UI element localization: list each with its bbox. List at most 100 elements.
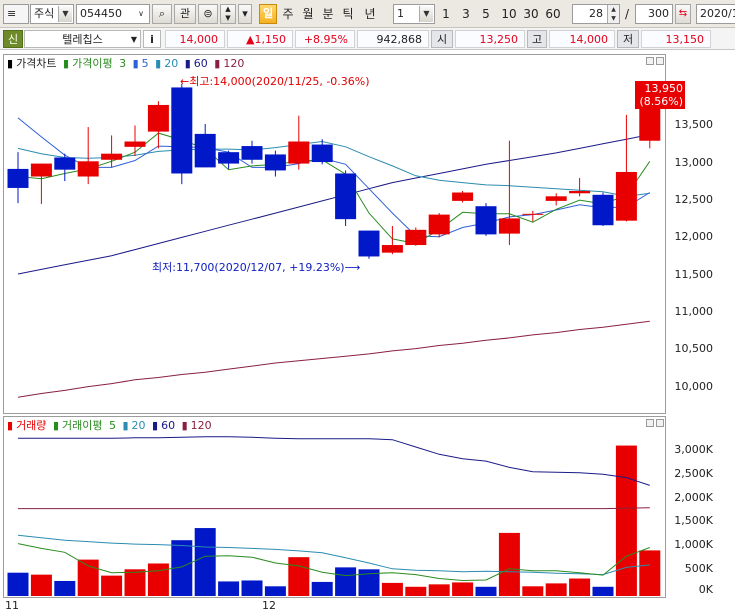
code-input[interactable]: 054450 ∨: [76, 4, 150, 24]
price-tick: 10,500: [674, 342, 714, 355]
period-label: 분: [322, 7, 334, 21]
related-button[interactable]: 관: [174, 4, 196, 24]
volume-tick: 2,500K: [674, 467, 713, 480]
period-label: 년: [364, 7, 376, 21]
volume-ma-title: 거래이평: [62, 419, 103, 432]
quick-count-label: 60: [545, 7, 561, 21]
reset-button[interactable]: ⇆: [675, 4, 691, 24]
candle-body: [288, 141, 310, 164]
candle-body: [335, 173, 357, 220]
chevron-down-icon[interactable]: ▼: [419, 6, 433, 22]
volume-bar: [124, 569, 146, 596]
period-minute-button[interactable]: 분: [319, 4, 337, 24]
period-label: 주: [282, 7, 294, 21]
price-legend-title: 가격차트: [16, 57, 57, 70]
count-separator: /: [624, 7, 630, 21]
volume-ma60-line: [18, 436, 650, 486]
x-label: 11: [5, 599, 19, 612]
info-button[interactable]: i: [143, 30, 161, 48]
price-legend: ▮ 가격차트 ▮ 가격이평 3 ▮ 5 ▮ 20 ▮ 60 ▮ 120: [7, 57, 247, 70]
stock-name-select[interactable]: 텔레칩스 ▼: [24, 30, 141, 48]
updown-button[interactable]: ▲ ▼: [220, 4, 236, 24]
period-year-button[interactable]: 년: [361, 4, 379, 24]
period-tick-button[interactable]: 틱: [339, 4, 357, 24]
category-select[interactable]: 주식 ▼: [30, 4, 74, 24]
candle-body: [30, 163, 52, 177]
volume-tick: 500K: [684, 562, 713, 575]
view-count-value: 28: [589, 7, 603, 20]
quick-count-label: 3: [462, 7, 470, 21]
period-week-button[interactable]: 주: [279, 4, 297, 24]
pane-minimize-icon[interactable]: [646, 419, 654, 427]
candle-body: [7, 168, 29, 188]
pane-maximize-icon[interactable]: [656, 419, 664, 427]
price-ma-marker: ▮: [184, 57, 191, 70]
quick-count-30[interactable]: 30: [521, 4, 541, 24]
period-day-button[interactable]: 일: [259, 4, 277, 24]
candle-body: [171, 87, 193, 174]
quick-count-5[interactable]: 5: [479, 4, 493, 24]
volume-tick: 1,000K: [674, 538, 713, 551]
pane-minimize-icon[interactable]: [646, 57, 654, 65]
pane-maximize-icon[interactable]: [656, 57, 664, 65]
volume-bar: [54, 580, 76, 596]
quick-count-3[interactable]: 3: [459, 4, 473, 24]
volume-ma-marker: ▮: [122, 419, 129, 432]
price-ma-period: 3: [119, 57, 127, 70]
volume-bar: [194, 528, 216, 596]
max-price-annotation: ←최고:14,000(2020/11/25, -0.36%): [180, 75, 370, 88]
price-tick: 12,000: [674, 230, 714, 243]
volume-legend-marker: ▮: [7, 419, 14, 432]
trade-volume: 942,868: [357, 30, 429, 48]
volume-tick: 1,500K: [674, 514, 713, 527]
candle-body: [77, 161, 99, 177]
volume-bar: [218, 581, 240, 596]
price-y-axis: 13,950 (8.56%) 13,500 13,000 12,500 12,0…: [635, 54, 735, 414]
price-chart-pane[interactable]: ←최고:14,000(2020/11/25, -0.36%) 최저:11,700…: [3, 54, 666, 414]
quick-count-10[interactable]: 10: [499, 4, 519, 24]
more-button[interactable]: ▾: [238, 4, 252, 24]
volume-bar: [101, 575, 123, 596]
price-ma-title: 가격이평: [72, 57, 113, 70]
candle-body: [311, 144, 333, 163]
chevron-down-icon[interactable]: ∨: [134, 6, 148, 22]
date-input[interactable]: 2020/1: [696, 4, 735, 24]
volume-y-axis: 3,000K 2,500K 2,000K 1,500K 1,000K 500K …: [667, 416, 735, 598]
stepper-arrows-icon[interactable]: ▲ ▼: [607, 5, 619, 23]
view-count-stepper[interactable]: 28 ▲ ▼: [572, 4, 620, 24]
price-ma-marker: ▮: [132, 57, 139, 70]
low-label: 저: [617, 30, 639, 48]
search-button[interactable]: ⌕: [152, 4, 172, 24]
volume-bar: [241, 580, 263, 596]
volume-bar: [428, 584, 450, 596]
link-icon: ⊜: [203, 7, 213, 20]
volume-ma20-line: [17, 534, 650, 576]
toolbar: ≡ 주식 ▼ 054450 ∨ ⌕ 관 ⊜ ▲ ▼ ▾ 일 주 월 분 틱 년 1…: [0, 0, 735, 28]
price-ma120-line: [17, 320, 650, 398]
quick-count-label: 1: [442, 7, 450, 21]
stock-info-row: 신 텔레칩스 ▼ i 14,000 ▲1,150 +8.95% 942,868 …: [0, 28, 735, 50]
volume-ma-marker: ▮: [152, 419, 159, 432]
open-label: 시: [431, 30, 453, 48]
quick-count-60[interactable]: 60: [543, 4, 563, 24]
volume-ma-period: 120: [190, 419, 212, 432]
volume-bar: [264, 586, 286, 596]
chevron-down-icon[interactable]: ▼: [58, 6, 72, 22]
settings-icon[interactable]: ≡: [3, 4, 29, 24]
price-ma5-line: [17, 117, 651, 238]
price-tick: 13,500: [674, 118, 714, 131]
total-count-input[interactable]: 300: [635, 4, 673, 24]
period-label: 틱: [342, 7, 354, 21]
quick-count-1[interactable]: 1: [439, 4, 453, 24]
volume-chart-pane[interactable]: ▮ 거래량 ▮ 거래이평 5 ▮ 20 ▮ 60 ▮ 120: [3, 416, 666, 598]
candle-body: [194, 133, 216, 168]
period-month-button[interactable]: 월: [299, 4, 317, 24]
volume-bar: [639, 550, 661, 596]
badge-label: 신: [7, 33, 19, 46]
last-price-pct-label: (8.56%): [639, 95, 683, 108]
price-ma-period: 20: [164, 57, 179, 70]
multiplier-select[interactable]: 1 ▼: [393, 4, 435, 24]
price-ma-period: 60: [193, 57, 208, 70]
volume-bar: [288, 557, 310, 596]
link-button[interactable]: ⊜: [198, 4, 218, 24]
